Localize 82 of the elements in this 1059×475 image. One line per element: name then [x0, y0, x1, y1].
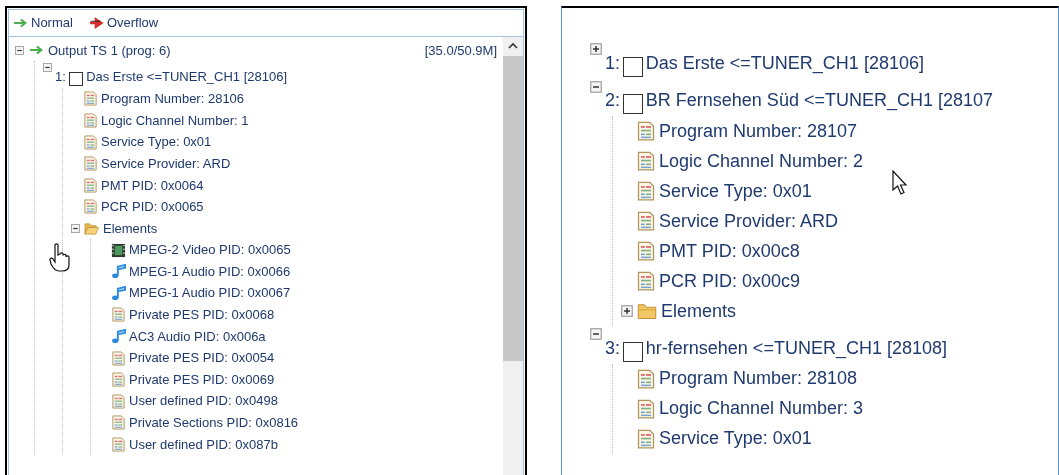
document-icon	[83, 156, 98, 172]
tree-item-label[interactable]: Service Provider: ARD	[659, 207, 839, 235]
scrollbar-thumb[interactable]	[503, 55, 523, 361]
folder-label[interactable]: Elements	[103, 218, 158, 239]
document-icon	[636, 398, 656, 419]
document-icon	[636, 271, 656, 291]
document-icon	[636, 121, 656, 141]
program-label[interactable]: Das Erste <=TUNER_CH1 [28106]	[645, 49, 924, 77]
program-number: 1:	[55, 67, 66, 86]
document-icon	[636, 368, 656, 389]
tree-item-label[interactable]: User defined PID: 0x087b	[129, 434, 278, 455]
tree-item-label[interactable]: User defined PID: 0x0498	[129, 391, 278, 411]
tree-item-label[interactable]: Program Number: 28108	[659, 365, 858, 392]
tree-item-label[interactable]: Logic Channel Number: 3	[659, 395, 864, 422]
document-icon	[83, 199, 98, 215]
output-label[interactable]: Output TS 1 (prog: 6)	[48, 40, 171, 61]
tree-item-label[interactable]: PMT PID: 0x0064	[101, 175, 204, 195]
film-icon	[111, 242, 126, 258]
expand-icon[interactable]	[590, 43, 602, 55]
tree-item-label[interactable]: AC3 Audio PID: 0x006a	[129, 326, 266, 347]
program-label[interactable]: Das Erste <=TUNER_CH1 [28106]	[86, 66, 287, 87]
tree-item-label[interactable]: PCR PID: 0x0065	[101, 197, 204, 217]
tree-item-label[interactable]: Private Sections PID: 0x0816	[129, 413, 299, 433]
tree-item-label[interactable]: Logic Channel Number: 1	[101, 110, 249, 131]
tree-item-label[interactable]: Private PES PID: 0x0054	[129, 348, 275, 368]
document-icon	[83, 134, 98, 150]
hand-cursor-icon	[49, 243, 71, 273]
document-icon	[636, 241, 656, 261]
collapse-icon[interactable]	[71, 223, 80, 233]
program-checkbox[interactable]	[68, 71, 84, 87]
tree-item-label[interactable]: Service Provider: ARD	[101, 153, 231, 174]
scrollbar[interactable]	[503, 36, 523, 475]
collapse-icon[interactable]	[15, 45, 24, 55]
music-note-icon	[111, 285, 126, 301]
document-icon	[111, 415, 126, 431]
tree-item-label[interactable]: Service Type: 0x01	[659, 177, 812, 205]
document-icon	[111, 372, 126, 388]
tree-item-label[interactable]: Service Type: 0x01	[101, 132, 212, 152]
tree-item-label[interactable]: Program Number: 28106	[101, 89, 245, 109]
document-icon	[636, 151, 656, 171]
tree-item-label[interactable]: MPEG-1 Audio PID: 0x0067	[129, 283, 291, 303]
scroll-up-icon[interactable]	[508, 41, 518, 50]
document-icon	[636, 428, 656, 449]
legend-label: Normal	[31, 14, 73, 32]
program-number: 1:	[605, 51, 620, 75]
document-icon	[111, 393, 126, 409]
tree-item-label[interactable]: PCR PID: 0x00c9	[659, 267, 801, 295]
collapse-icon[interactable]	[590, 328, 602, 340]
document-icon	[636, 181, 656, 201]
program-number: 2:	[605, 89, 620, 112]
program-number: 3:	[605, 336, 620, 360]
document-icon	[111, 307, 126, 323]
pointer-cursor-icon	[892, 170, 908, 196]
folder-label[interactable]: Elements	[661, 297, 737, 325]
bitrate-label: [35.0/50.9M]	[424, 41, 498, 60]
document-icon	[83, 113, 98, 128]
tree-item-label[interactable]: MPEG-2 Video PID: 0x0065	[129, 240, 291, 260]
tree-item-label[interactable]: Private PES PID: 0x0068	[129, 305, 275, 325]
document-icon	[83, 177, 98, 193]
program-label[interactable]: hr-fernsehen <=TUNER_CH1 [28108]	[645, 334, 947, 362]
document-icon	[636, 211, 656, 231]
folder-icon	[636, 301, 658, 321]
document-icon	[111, 350, 126, 366]
document-icon	[111, 436, 126, 452]
music-note-icon	[111, 328, 126, 344]
open-folder-icon	[83, 220, 100, 236]
program-label[interactable]: BR Fernsehen Süd <=TUNER_CH1 [28107	[645, 87, 993, 114]
tree-item-label[interactable]: Program Number: 28107	[659, 117, 858, 145]
document-icon	[83, 91, 98, 107]
program-checkbox[interactable]	[623, 341, 643, 362]
collapse-icon[interactable]	[590, 80, 602, 93]
tree-item-label[interactable]: Private PES PID: 0x0069	[129, 369, 275, 390]
tree-item-label[interactable]: PMT PID: 0x00c8	[659, 237, 800, 265]
tree-item-label[interactable]: Logic Channel Number: 2	[659, 147, 864, 175]
program-checkbox[interactable]	[623, 56, 643, 77]
tree-item-label[interactable]: Service Type: 0x01	[659, 425, 812, 452]
music-note-icon	[111, 264, 126, 280]
tree-item-label[interactable]: MPEG-1 Audio PID: 0x0066	[129, 261, 291, 282]
program-checkbox[interactable]	[623, 94, 643, 114]
legend-label: Overflow	[106, 14, 159, 32]
expand-icon[interactable]	[621, 305, 633, 317]
collapse-icon[interactable]	[43, 63, 52, 73]
